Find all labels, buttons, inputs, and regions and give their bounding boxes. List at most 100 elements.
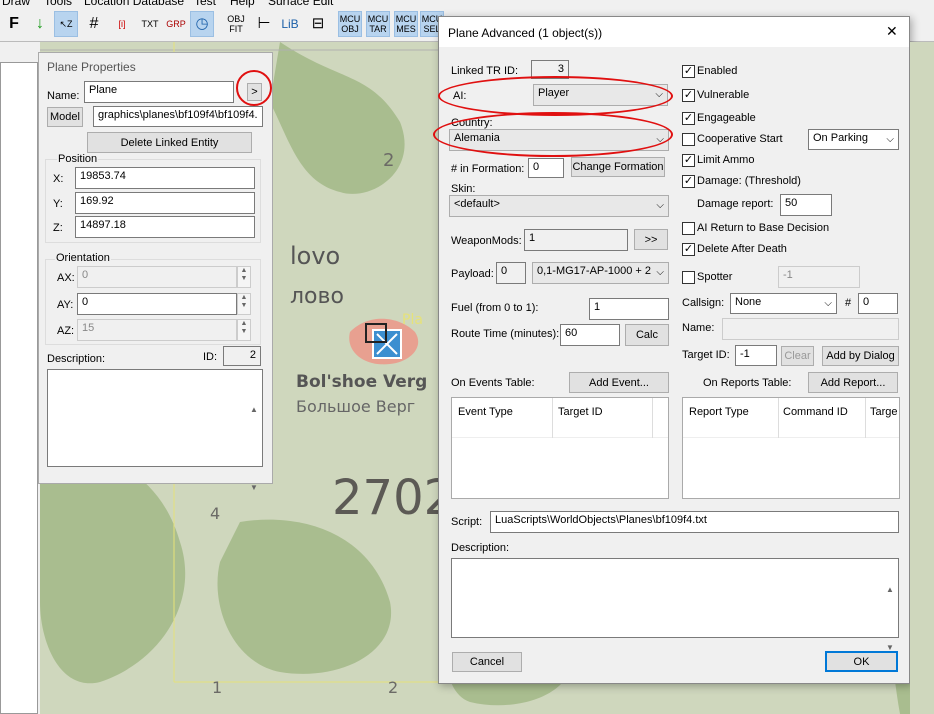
parking-select[interactable]: On Parking ⌵ bbox=[808, 129, 899, 150]
ay-spinner[interactable]: ▲ ▼ bbox=[237, 293, 251, 315]
spotter-checkbox[interactable] bbox=[682, 271, 695, 284]
damage-threshold-checkbox[interactable]: ✓ bbox=[682, 175, 695, 188]
skin-select[interactable]: <default> ⌵ bbox=[449, 195, 669, 217]
damage-report-field[interactable]: 50 bbox=[780, 194, 832, 216]
description-textarea[interactable] bbox=[451, 558, 899, 638]
damage-threshold-label: Damage: (Threshold) bbox=[697, 175, 801, 187]
column-header[interactable]: Event Type bbox=[458, 406, 513, 418]
script-field[interactable]: LuaScripts\WorldObjects\Planes\bf109f4.t… bbox=[490, 511, 899, 533]
engageable-label: Engageable bbox=[697, 112, 756, 124]
ok-button[interactable]: OK bbox=[825, 651, 898, 672]
change-formation-button[interactable]: Change Formation bbox=[571, 157, 665, 177]
weaponmods-field[interactable]: 1 bbox=[524, 229, 628, 251]
delete-linked-entity-button[interactable]: Delete Linked Entity bbox=[87, 132, 252, 153]
ai-return-checkbox[interactable] bbox=[682, 222, 695, 235]
skin-label: Skin: bbox=[451, 183, 476, 195]
add-report-button[interactable]: Add Report... bbox=[808, 372, 898, 393]
grid-icon[interactable]: # bbox=[82, 11, 106, 37]
az-spinner[interactable]: ▲ ▼ bbox=[237, 319, 251, 341]
map-label: 4 bbox=[210, 504, 221, 523]
vulnerable-checkbox[interactable]: ✓ bbox=[682, 89, 695, 102]
library-icon[interactable]: LiB bbox=[278, 11, 302, 37]
clear-button[interactable]: Clear bbox=[781, 346, 814, 366]
menu-tools[interactable]: Tools bbox=[44, 0, 72, 8]
az-field[interactable]: 15 bbox=[77, 319, 237, 341]
model-field[interactable]: graphics\planes\bf109f4\bf109f4. bbox=[93, 106, 263, 127]
name-field[interactable] bbox=[722, 318, 899, 340]
route-time-field[interactable]: 60 bbox=[560, 324, 620, 346]
reports-table[interactable]: Report Type Command ID Targe bbox=[682, 397, 900, 499]
limit-ammo-checkbox[interactable]: ✓ bbox=[682, 154, 695, 167]
delete-after-death-label: Delete After Death bbox=[697, 243, 787, 255]
txt-icon[interactable]: TXT bbox=[138, 11, 162, 37]
clock-icon[interactable]: ◷ bbox=[190, 11, 214, 37]
mcu-mes-icon[interactable]: MCU MES bbox=[394, 11, 418, 37]
select-z-icon[interactable]: ↖Z bbox=[54, 11, 78, 37]
menu-help[interactable]: Help bbox=[230, 0, 255, 8]
skin-select-value: <default> bbox=[454, 198, 500, 210]
ax-spinner[interactable]: ▲ ▼ bbox=[237, 266, 251, 288]
menu-test[interactable]: Test bbox=[194, 0, 216, 8]
column-header[interactable]: Targe bbox=[870, 406, 898, 418]
name-field[interactable]: Plane bbox=[84, 81, 234, 103]
align-icon[interactable]: ⊢ bbox=[252, 11, 276, 37]
z-field[interactable]: 14897.18 bbox=[75, 216, 255, 238]
fuel-field[interactable]: 1 bbox=[589, 298, 669, 320]
description-scrollbar[interactable]: ▲ ▼ bbox=[247, 371, 261, 492]
weaponmods-button[interactable]: >> bbox=[634, 229, 668, 250]
model-button[interactable]: Model bbox=[47, 107, 83, 127]
x-label: X: bbox=[53, 173, 64, 185]
info-icon[interactable]: [i] bbox=[110, 11, 134, 37]
grp-icon[interactable]: GRP bbox=[164, 11, 188, 37]
description-textarea[interactable] bbox=[47, 369, 263, 467]
weaponmods-label: WeaponMods: bbox=[451, 235, 522, 247]
ai-return-label: AI Return to Base Decision bbox=[697, 222, 830, 234]
column-header[interactable]: Report Type bbox=[689, 406, 749, 418]
events-table[interactable]: Event Type Target ID bbox=[451, 397, 669, 499]
close-icon[interactable]: ✕ bbox=[886, 23, 898, 40]
ax-field[interactable]: 0 bbox=[77, 266, 237, 288]
y-field[interactable]: 169.92 bbox=[75, 192, 255, 214]
obj-fit-icon[interactable]: OBJ FIT bbox=[224, 11, 248, 37]
on-reports-label: On Reports Table: bbox=[703, 377, 792, 389]
y-label: Y: bbox=[53, 198, 63, 210]
mcu-tar-icon[interactable]: MCU TAR bbox=[366, 11, 390, 37]
target-id-field[interactable]: -1 bbox=[735, 345, 777, 366]
map-right-edge bbox=[910, 42, 934, 714]
enabled-checkbox[interactable]: ✓ bbox=[682, 65, 695, 78]
payload-select[interactable]: 0,1-MG17-AP-1000 + 2 ⌵ bbox=[532, 262, 669, 284]
cooperative-start-checkbox[interactable] bbox=[682, 133, 695, 146]
columns-icon[interactable]: ⊟ bbox=[306, 11, 330, 37]
menu-surface-edit[interactable]: Surface Edit bbox=[268, 0, 333, 8]
x-field[interactable]: 19853.74 bbox=[75, 167, 255, 189]
left-panel[interactable] bbox=[0, 62, 38, 714]
spotter-field[interactable]: -1 bbox=[778, 266, 860, 288]
add-event-button[interactable]: Add Event... bbox=[569, 372, 669, 393]
description-label: Description: bbox=[47, 353, 106, 365]
callsign-select-value: None bbox=[735, 296, 762, 308]
az-label: AZ: bbox=[57, 325, 75, 337]
payload-label: Payload: bbox=[451, 268, 494, 280]
add-by-dialog-button[interactable]: Add by Dialog bbox=[822, 346, 899, 366]
in-formation-field[interactable]: 0 bbox=[528, 158, 564, 178]
description-scrollbar[interactable]: ▲ ▼ bbox=[883, 561, 897, 652]
menu-location-database[interactable]: Location Database bbox=[84, 0, 184, 8]
column-header[interactable]: Target ID bbox=[558, 406, 603, 418]
ay-field[interactable]: 0 bbox=[77, 293, 237, 315]
download-arrow-icon[interactable]: ↓ bbox=[28, 11, 52, 37]
position-label: Position bbox=[57, 153, 99, 165]
callsign-select[interactable]: None ⌵ bbox=[730, 293, 837, 314]
cancel-button[interactable]: Cancel bbox=[452, 652, 522, 672]
callsign-number-field[interactable]: 0 bbox=[858, 293, 898, 314]
font-icon[interactable]: F bbox=[2, 11, 26, 37]
map-label: Большое Верг bbox=[296, 397, 416, 416]
id-label: ID: bbox=[203, 351, 218, 363]
menu-draw[interactable]: Draw bbox=[2, 0, 30, 8]
payload-field[interactable]: 0 bbox=[496, 262, 526, 284]
column-header[interactable]: Command ID bbox=[783, 406, 848, 418]
delete-after-death-checkbox[interactable]: ✓ bbox=[682, 243, 695, 256]
calc-button[interactable]: Calc bbox=[625, 324, 669, 346]
mcu-obj-icon[interactable]: MCU OBJ bbox=[338, 11, 362, 37]
engageable-checkbox[interactable]: ✓ bbox=[682, 112, 695, 125]
route-time-label: Route Time (minutes): bbox=[451, 328, 560, 340]
